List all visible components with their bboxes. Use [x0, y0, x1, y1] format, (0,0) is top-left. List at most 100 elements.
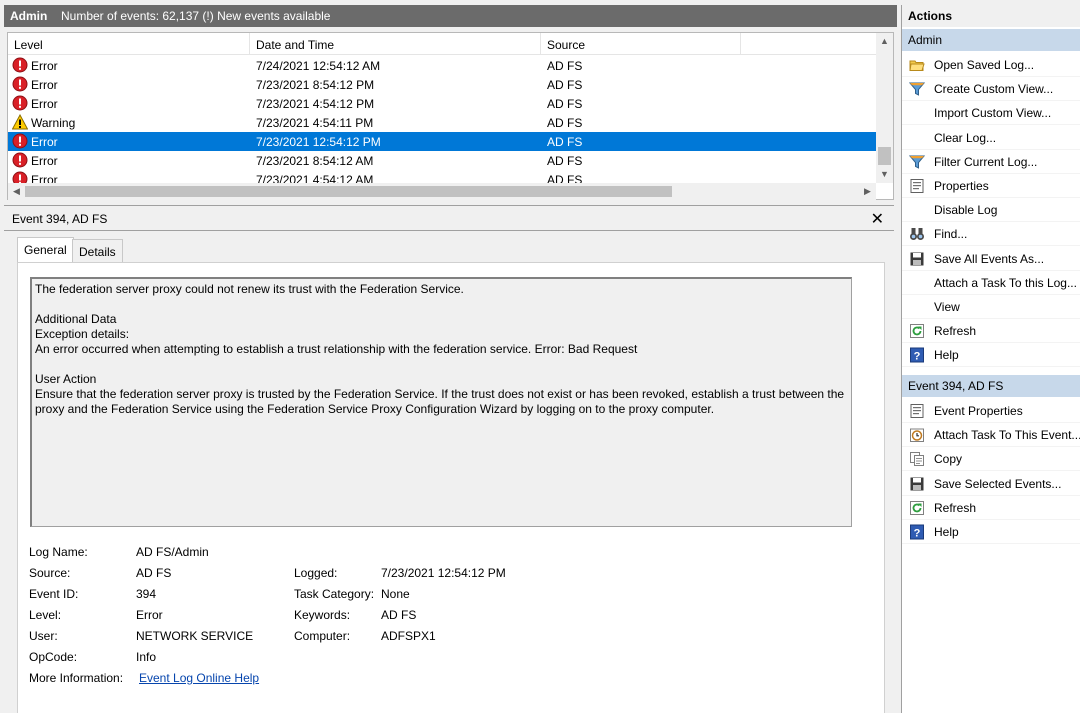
scroll-down-icon[interactable]: ▼	[876, 166, 893, 183]
warning-icon	[11, 113, 29, 130]
action-find[interactable]: Find...	[902, 222, 1080, 247]
action-view[interactable]: View	[902, 295, 1080, 319]
field-label-task-category: Task Category:	[294, 587, 375, 601]
close-icon[interactable]: ✕	[871, 209, 884, 229]
column-header-level[interactable]: Level	[8, 33, 250, 55]
action-save-all-events-as[interactable]: Save All Events As...	[902, 247, 1080, 271]
action-label: Copy	[934, 452, 963, 467]
action-label: Clear Log...	[934, 130, 997, 145]
action-properties[interactable]: Properties	[902, 174, 1080, 198]
action-event-properties[interactable]: Event Properties	[902, 399, 1080, 423]
actions-section-event[interactable]: Event 394, AD FS	[902, 375, 1080, 397]
error-icon	[12, 152, 28, 168]
action-label: Disable Log	[934, 203, 998, 218]
cell-date-time: 7/23/2021 8:54:12 PM	[256, 78, 375, 92]
svg-text:?: ?	[914, 351, 921, 363]
action-label: View	[934, 300, 960, 314]
field-value-logged: 7/23/2021 12:54:12 PM	[381, 566, 506, 580]
action-filter-current-log[interactable]: Filter Current Log...	[902, 150, 1080, 174]
event-log-online-help-link[interactable]: Event Log Online Help	[139, 671, 259, 685]
actions-pane: Actions Admin Open Saved Log... Create Cu…	[901, 5, 1080, 713]
cell-source: AD FS	[547, 116, 583, 130]
table-row[interactable]: Error 7/23/2021 4:54:12 AM AD FS	[8, 170, 876, 183]
error-icon	[12, 76, 28, 92]
scroll-right-icon[interactable]: ▶	[859, 183, 876, 200]
description-line: Additional Data	[35, 312, 117, 326]
field-value-computer: ADFSPX1	[381, 629, 436, 643]
field-label-computer: Computer:	[294, 629, 351, 643]
log-title-bar: Admin Number of events: 62,137 (!) New e…	[4, 5, 897, 27]
action-import-custom-view[interactable]: Import Custom View...	[902, 101, 1080, 126]
scroll-up-icon[interactable]: ▲	[876, 33, 893, 50]
clock-icon	[909, 427, 925, 443]
field-label-more-information: More Information:	[29, 671, 124, 685]
cell-source: AD FS	[547, 78, 583, 92]
save-icon	[909, 476, 925, 492]
table-row[interactable]: Warning 7/23/2021 4:54:11 PM AD FS	[8, 113, 876, 132]
table-row[interactable]: Error 7/24/2021 12:54:12 AM AD FS	[8, 56, 876, 75]
action-label: Properties	[934, 179, 989, 193]
action-label: Open Saved Log...	[934, 58, 1035, 72]
event-count-info: Number of events: 62,137 (!) New events …	[61, 9, 331, 23]
action-clear-log[interactable]: Clear Log...	[902, 126, 1080, 150]
action-label: Create Custom View...	[934, 82, 1054, 97]
action-label: Event Properties	[934, 404, 1023, 418]
vertical-scrollbar[interactable]: ▲ ▼	[876, 33, 893, 183]
action-attach-a-task-to-this-log[interactable]: Attach a Task To this Log...	[902, 271, 1080, 295]
action-refresh[interactable]: Refresh	[902, 319, 1080, 344]
description-line: proxy and the Federation Service using t…	[35, 402, 715, 416]
field-value-log-name: AD FS/Admin	[136, 545, 209, 559]
cell-date-time: 7/23/2021 12:54:12 PM	[256, 135, 381, 149]
help-icon: ?	[909, 524, 925, 540]
action-label: Refresh	[934, 324, 977, 339]
actions-section-admin[interactable]: Admin	[902, 29, 1080, 51]
field-value-opcode: Info	[136, 650, 157, 664]
action-help[interactable]: ? Help	[902, 520, 1080, 544]
description-line: User Action	[35, 372, 97, 386]
column-header-date-time[interactable]: Date and Time	[250, 33, 541, 55]
event-detail-title: Event 394, AD FS	[12, 212, 108, 226]
table-row[interactable]: Error 7/23/2021 12:54:12 PM AD FS	[8, 132, 876, 151]
tab-details[interactable]: Details	[72, 239, 123, 263]
event-rows: Error 7/24/2021 12:54:12 AM AD FS Error 7/23…	[8, 56, 876, 183]
description-line: Ensure that the federation server proxy …	[35, 387, 845, 401]
horizontal-scrollbar[interactable]: ◀ ▶	[8, 183, 876, 200]
action-help[interactable]: ? Help	[902, 343, 1080, 368]
properties-icon	[909, 178, 925, 194]
action-attach-task-to-this-event[interactable]: Attach Task To This Event...	[902, 423, 1080, 448]
action-create-custom-view[interactable]: Create Custom View...	[902, 77, 1080, 102]
action-label: Filter Current Log...	[934, 154, 1038, 169]
field-label-level: Level:	[29, 608, 62, 622]
cell-source: AD FS	[547, 135, 583, 149]
filter-icon	[908, 81, 926, 97]
event-list[interactable]: Level Date and Time Source Error 7/24/202…	[7, 32, 894, 200]
cell-date-time: 7/23/2021 4:54:11 PM	[256, 116, 374, 130]
action-label: Refresh	[934, 500, 977, 515]
cell-date-time: 7/23/2021 4:54:12 AM	[256, 173, 374, 183]
field-label-log-name: Log Name:	[29, 545, 88, 559]
field-value-task-category: None	[381, 587, 410, 601]
field-label-keywords: Keywords:	[294, 608, 351, 622]
description-line: Exception details:	[35, 327, 130, 341]
column-header-source[interactable]: Source	[541, 33, 741, 55]
actions-header: Actions	[902, 5, 1080, 27]
action-save-selected-events[interactable]: Save Selected Events...	[902, 472, 1080, 496]
field-label-logged: Logged:	[294, 566, 338, 580]
refresh-icon	[909, 500, 925, 516]
horizontal-scroll-thumb[interactable]	[25, 186, 672, 197]
table-row[interactable]: Error 7/23/2021 8:54:12 PM AD FS	[8, 75, 876, 94]
action-label: Import Custom View...	[934, 106, 1052, 121]
vertical-scroll-thumb[interactable]	[878, 147, 891, 165]
action-refresh[interactable]: Refresh	[902, 496, 1080, 520]
field-value-source: AD FS	[136, 566, 172, 580]
action-disable-log[interactable]: Disable Log	[902, 198, 1080, 223]
action-open-saved-log[interactable]: Open Saved Log...	[902, 53, 1080, 77]
action-label: Attach Task To This Event...	[934, 428, 1080, 443]
table-row[interactable]: Error 7/23/2021 8:54:12 AM AD FS	[8, 151, 876, 170]
action-copy[interactable]: Copy	[902, 447, 1080, 472]
cell-level: Error	[31, 154, 58, 168]
table-row[interactable]: Error 7/23/2021 4:54:12 PM AD FS	[8, 94, 876, 113]
tab-general[interactable]: General	[17, 237, 74, 263]
event-description[interactable]: The federation server proxy could not re…	[30, 277, 852, 527]
scroll-left-icon[interactable]: ◀	[8, 183, 25, 200]
